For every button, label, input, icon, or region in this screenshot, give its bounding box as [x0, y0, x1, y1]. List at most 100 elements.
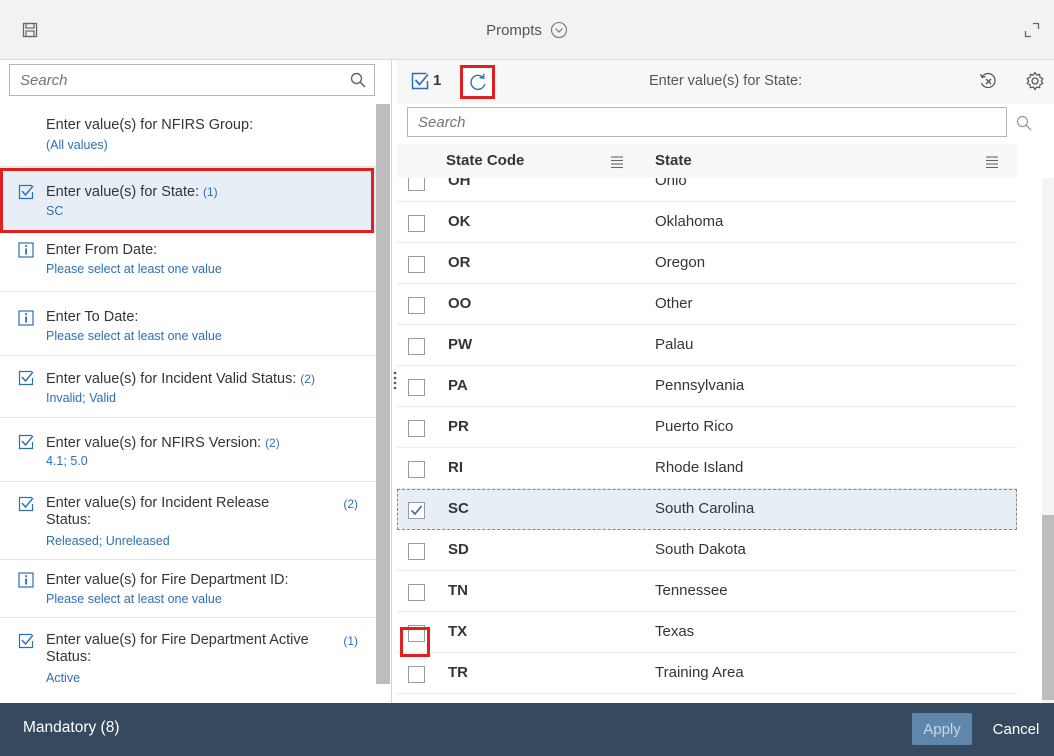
- state-name-cell: Oklahoma: [655, 213, 724, 230]
- value-search-input[interactable]: [408, 108, 968, 136]
- selected-values-icon[interactable]: [411, 72, 429, 90]
- state-name-cell: Training Area: [655, 664, 744, 681]
- value-panel-title: Enter value(s) for State:: [649, 73, 803, 89]
- row-checkbox[interactable]: [408, 178, 425, 191]
- prompt-item-nfirs-version[interactable]: Enter value(s) for NFIRS Version: (2) 4.…: [0, 418, 376, 482]
- info-icon: [18, 310, 34, 326]
- row-checkbox[interactable]: [408, 543, 425, 560]
- check-icon: [18, 370, 34, 386]
- column-header-state-code[interactable]: State Code: [446, 152, 524, 169]
- table-row-selected[interactable]: SC South Carolina: [397, 489, 1017, 530]
- gear-icon[interactable]: [1025, 71, 1045, 91]
- table-row[interactable]: RI Rhode Island: [397, 448, 1017, 489]
- value-toolbar: 1 Enter value(s) for State:: [397, 60, 1054, 104]
- search-icon[interactable]: [350, 72, 366, 88]
- row-checkbox[interactable]: [408, 666, 425, 683]
- refresh-icon: [469, 73, 485, 90]
- state-name-cell: Tennessee: [655, 582, 728, 599]
- prompt-count: (2): [343, 497, 358, 511]
- prompt-value: (All values): [46, 138, 108, 152]
- clear-selection-icon[interactable]: [979, 72, 997, 90]
- prompt-item-fire-department-active-status[interactable]: Enter value(s) for Fire Department Activ…: [0, 618, 376, 698]
- prompt-item-to-date[interactable]: Enter To Date: Please select at least on…: [0, 292, 376, 356]
- state-code-cell: OR: [448, 254, 471, 271]
- state-name-cell: Ohio: [655, 178, 687, 189]
- table-row[interactable]: PA Pennsylvania: [397, 366, 1017, 407]
- prompt-item-nfirs-group[interactable]: Enter value(s) for NFIRS Group: (All val…: [0, 103, 376, 167]
- prompt-title: Enter value(s) for Incident Valid Status…: [46, 371, 297, 387]
- prompt-value: Please select at least one value: [46, 329, 222, 343]
- refresh-button[interactable]: [460, 65, 495, 99]
- table-row[interactable]: OO Other: [397, 284, 1017, 325]
- table-row[interactable]: PW Palau: [397, 325, 1017, 366]
- table-row[interactable]: OR Oregon: [397, 243, 1017, 284]
- state-name-cell: Other: [655, 295, 693, 312]
- check-icon: [18, 496, 34, 512]
- table-row[interactable]: TX Texas: [397, 612, 1017, 653]
- prompt-list-scrollbar[interactable]: [376, 104, 390, 684]
- table-row[interactable]: PR Puerto Rico: [397, 407, 1017, 448]
- apply-button[interactable]: Apply: [912, 713, 972, 745]
- state-code-cell: TN: [448, 582, 468, 599]
- prompt-count: (2): [265, 436, 280, 450]
- state-code-cell: SC: [448, 500, 469, 517]
- table-row[interactable]: TN Tennessee: [397, 571, 1017, 612]
- state-code-cell: TX: [448, 623, 468, 640]
- row-checkbox[interactable]: [408, 215, 425, 232]
- row-checkbox[interactable]: [408, 297, 425, 314]
- row-checkbox[interactable]: [408, 379, 425, 396]
- prompt-count: (1): [343, 634, 358, 648]
- prompt-search-input[interactable]: [10, 65, 330, 95]
- check-icon: [18, 434, 34, 450]
- table-row[interactable]: SD South Dakota: [397, 530, 1017, 571]
- table-row[interactable]: OK Oklahoma: [397, 202, 1017, 243]
- prompt-item-state[interactable]: Enter value(s) for State: (1) SC: [0, 167, 376, 232]
- selected-count: 1: [433, 72, 442, 89]
- table-row[interactable]: TR Training Area: [397, 653, 1017, 694]
- state-code-cell: PR: [448, 418, 469, 435]
- row-checkbox[interactable]: [408, 625, 425, 642]
- row-checkbox[interactable]: [408, 420, 425, 437]
- info-icon: [18, 572, 34, 588]
- table-header: State Code State: [397, 144, 1017, 178]
- prompt-count: (1): [203, 185, 218, 199]
- state-code-cell: OK: [448, 213, 471, 230]
- prompt-value: Please select at least one value: [46, 262, 222, 276]
- table-row[interactable]: OH Ohio: [397, 178, 1017, 202]
- chevron-down-icon[interactable]: [550, 21, 568, 39]
- prompt-value: Released; Unreleased: [46, 534, 170, 548]
- state-name-cell: South Dakota: [655, 541, 746, 558]
- prompt-value: Please select at least one value: [46, 592, 222, 606]
- prompt-list: Enter value(s) for NFIRS Group: (All val…: [0, 103, 376, 698]
- info-icon: [18, 242, 34, 258]
- column-menu-icon[interactable]: [610, 155, 624, 169]
- row-checkbox[interactable]: [408, 584, 425, 601]
- expand-icon[interactable]: [1024, 22, 1040, 38]
- value-table-scrollbar-thumb[interactable]: [1042, 515, 1054, 700]
- state-name-cell: Texas: [655, 623, 695, 640]
- row-checkbox[interactable]: [408, 338, 425, 355]
- prompt-item-from-date[interactable]: Enter From Date: Please select at least …: [0, 232, 376, 292]
- row-checkbox[interactable]: [408, 256, 425, 273]
- state-code-cell: PA: [448, 377, 468, 394]
- row-checkbox-checked[interactable]: [408, 502, 425, 519]
- value-selection-panel: 1 Enter value(s) for State: State Code: [397, 60, 1054, 703]
- row-checkbox[interactable]: [408, 461, 425, 478]
- dialog-title: Prompts: [486, 21, 542, 39]
- prompt-item-incident-release-status[interactable]: Enter value(s) for Incident Release Stat…: [0, 482, 376, 560]
- prompt-item-fire-department-id[interactable]: Enter value(s) for Fire Department ID: P…: [0, 560, 376, 618]
- prompt-title: Enter To Date:: [46, 309, 139, 325]
- state-name-cell: South Carolina: [655, 500, 755, 517]
- cancel-button[interactable]: Cancel: [984, 713, 1048, 745]
- checkmark-icon: [410, 505, 423, 516]
- column-menu-icon[interactable]: [985, 155, 999, 169]
- prompt-value: 4.1; 5.0: [46, 454, 88, 468]
- state-name-cell: Rhode Island: [655, 459, 744, 476]
- search-icon[interactable]: [1016, 115, 1032, 131]
- column-header-state[interactable]: State: [655, 152, 692, 169]
- prompt-title: Enter value(s) for Fire Department Activ…: [46, 632, 309, 665]
- prompt-item-incident-valid-status[interactable]: Enter value(s) for Incident Valid Status…: [0, 356, 376, 418]
- prompt-list-panel: Enter value(s) for NFIRS Group: (All val…: [0, 60, 392, 703]
- state-code-cell: RI: [448, 459, 463, 476]
- prompts-header: Prompts: [0, 0, 1054, 60]
